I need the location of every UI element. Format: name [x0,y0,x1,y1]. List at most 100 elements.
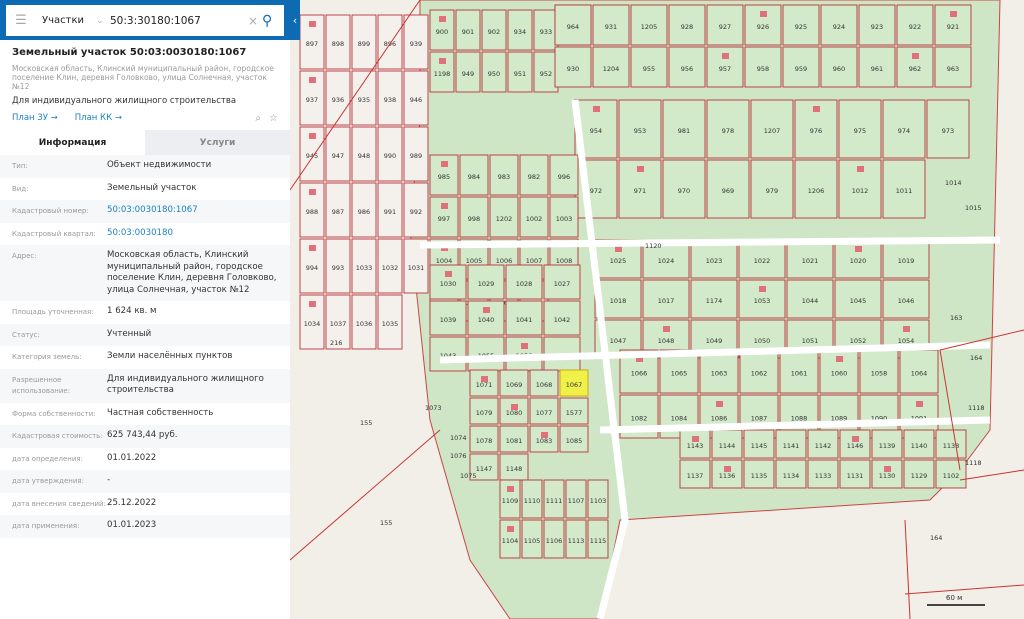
parcel[interactable]: 1002 [519,196,549,238]
parcel[interactable]: 1071 [469,369,499,397]
parcel[interactable]: 1062 [739,349,779,394]
parcel[interactable]: 1077 [529,397,559,425]
parcel[interactable]: 1141 [775,429,807,459]
plan-zu-link[interactable]: План ЗУ → [12,113,58,123]
parcel[interactable]: 1029 [467,264,505,300]
parcel[interactable]: 1138 [935,429,967,459]
parcel[interactable]: 1034 [299,294,325,350]
parcel[interactable]: 1136 [711,459,743,489]
parcel[interactable]: 1081 [499,425,529,453]
parcel[interactable]: 898 [325,14,351,70]
parcel[interactable]: 926 [744,4,782,46]
parcel[interactable]: 973 [926,99,970,159]
parcel[interactable]: 951 [507,51,533,93]
parcel[interactable]: 1202 [489,196,519,238]
parcel[interactable]: 1030 [429,264,467,300]
parcel[interactable]: 960 [820,46,858,88]
parcel[interactable]: 1041 [505,300,543,336]
parcel[interactable]: 1064 [899,349,939,394]
parcel[interactable]: 1207 [750,99,794,159]
parcel[interactable]: 959 [782,46,820,88]
parcel[interactable]: 963 [934,46,972,88]
parcel[interactable]: 1017 [642,279,690,319]
parcel[interactable]: 984 [459,154,489,196]
parcel[interactable]: 997 [429,196,459,238]
parcel[interactable]: 1020 [834,239,882,279]
parcel[interactable]: 1102 [935,459,967,489]
parcel[interactable]: 936 [325,70,351,126]
parcel[interactable]: 1011 [882,159,926,219]
parcel[interactable]: 1046 [882,279,930,319]
parcel[interactable]: 945 [299,126,325,182]
category-select[interactable]: Участки [36,15,96,26]
parcel[interactable]: 1058 [859,349,899,394]
parcel[interactable]: 937 [299,70,325,126]
parcel[interactable]: 1137 [679,459,711,489]
parcel[interactable]: 1055 [467,336,505,372]
parcel[interactable]: 1045 [834,279,882,319]
parcel[interactable]: 1078 [469,425,499,453]
parcel[interactable]: 921 [934,4,972,46]
parcel[interactable]: 1083 [529,425,559,453]
parcel[interactable]: 1068 [529,369,559,397]
parcel[interactable]: 925 [782,4,820,46]
parcel[interactable]: 1012 [838,159,882,219]
selected-parcel[interactable]: 1067 [559,369,589,397]
chevron-down-icon[interactable]: ⌄ [96,16,110,26]
zoom-to-icon[interactable]: ⌕ [255,113,261,124]
parcel[interactable]: 962 [896,46,934,88]
parcel[interactable]: 1105 [521,519,543,559]
parcel[interactable]: 927 [706,4,744,46]
tab-information[interactable]: Информация [0,130,145,155]
parcel[interactable]: 935 [351,70,377,126]
parcel[interactable]: 1080 [499,397,529,425]
parcel[interactable]: 1107 [565,479,587,519]
parcel[interactable]: 946 [403,70,429,126]
parcel[interactable]: 1043 [429,336,467,372]
parcel[interactable]: 1040 [467,300,505,336]
parcel[interactable]: 900 [429,9,455,51]
parcel[interactable]: 924 [820,4,858,46]
parcel[interactable]: 1019 [882,239,930,279]
parcel[interactable]: 971 [618,159,662,219]
parcel[interactable]: 1021 [786,239,834,279]
parcel[interactable]: 983 [489,154,519,196]
parcel[interactable]: 1133 [807,459,839,489]
parcel[interactable]: 1033 [351,238,377,294]
parcel[interactable]: 1032 [377,238,403,294]
parcel[interactable]: 922 [896,4,934,46]
parcel[interactable]: 1115 [587,519,609,559]
parcel[interactable]: 902 [481,9,507,51]
parcel[interactable]: 1145 [743,429,775,459]
parcel[interactable]: 988 [299,182,325,238]
parcel[interactable]: 964 [554,4,592,46]
parcel[interactable]: 953 [618,99,662,159]
parcel[interactable]: 1036 [351,294,377,350]
parcel[interactable]: 1129 [903,459,935,489]
parcel[interactable]: 1035 [377,294,403,350]
parcel[interactable]: 975 [838,99,882,159]
parcel[interactable]: 1113 [565,519,587,559]
parcel[interactable]: 1079 [469,397,499,425]
parcel[interactable]: 1144 [711,429,743,459]
parcel[interactable]: 957 [706,46,744,88]
parcel[interactable]: 930 [554,46,592,88]
star-icon[interactable]: ☆ [269,113,278,124]
parcel[interactable]: 1061 [779,349,819,394]
parcel[interactable]: 950 [481,51,507,93]
menu-icon[interactable]: ☰ [6,13,36,28]
parcel[interactable]: 939 [403,14,429,70]
parcel[interactable]: 934 [507,9,533,51]
parcel[interactable]: 923 [858,4,896,46]
parcel[interactable]: 899 [351,14,377,70]
search-icon[interactable]: ⚲ [262,13,284,29]
parcel[interactable]: 928 [668,4,706,46]
parcel[interactable]: 897 [299,14,325,70]
parcel[interactable]: 1140 [903,429,935,459]
parcel[interactable]: 974 [882,99,926,159]
parcel[interactable]: 998 [459,196,489,238]
parcel[interactable]: 1060 [819,349,859,394]
parcel[interactable]: 1198 [429,51,455,93]
parcel[interactable]: 896 [377,14,403,70]
parcel[interactable]: 976 [794,99,838,159]
